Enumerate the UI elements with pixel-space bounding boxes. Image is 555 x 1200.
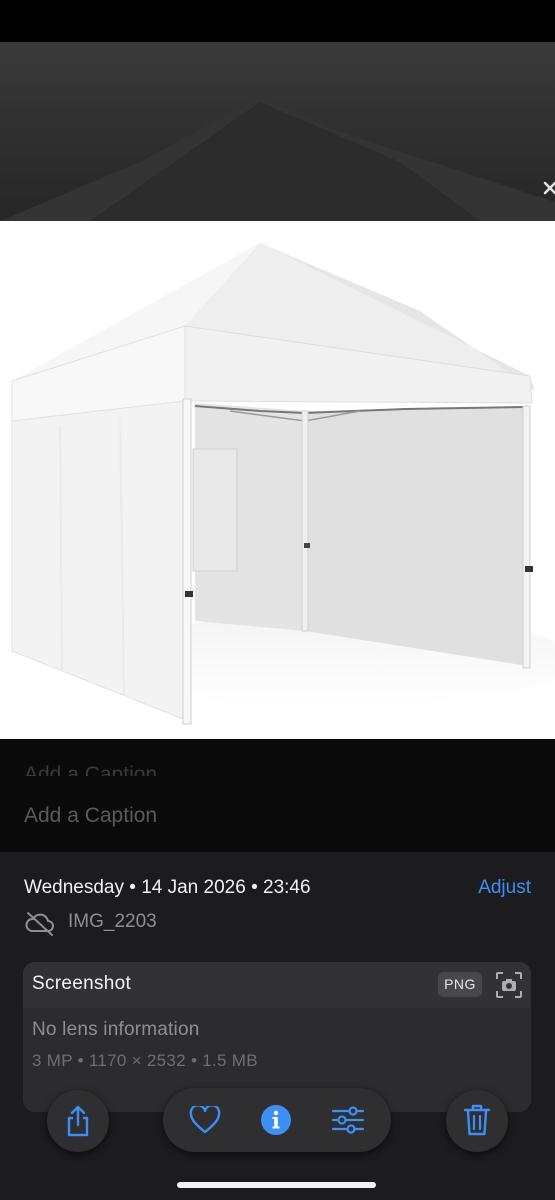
home-indicator bbox=[177, 1182, 376, 1188]
image-specs: 3 MP • 1170 × 2532 • 1.5 MB bbox=[32, 1051, 258, 1070]
heart-icon[interactable] bbox=[189, 1106, 221, 1134]
share-icon bbox=[67, 1105, 89, 1137]
center-toolbar-group bbox=[163, 1088, 391, 1152]
source-label: Screenshot bbox=[32, 973, 132, 994]
adjust-sliders-icon[interactable] bbox=[331, 1104, 365, 1136]
adjust-date-button[interactable]: Adjust bbox=[478, 877, 531, 899]
tent-photo[interactable] bbox=[0, 221, 555, 739]
tent-image bbox=[0, 221, 555, 739]
info-icon[interactable] bbox=[260, 1104, 292, 1136]
cloud-off-icon bbox=[25, 912, 54, 936]
previous-photo-preview bbox=[0, 42, 555, 221]
top-status-area bbox=[0, 0, 555, 42]
caption-area bbox=[0, 739, 555, 852]
filename: IMG_2203 bbox=[68, 911, 157, 932]
share-button[interactable] bbox=[47, 1090, 109, 1152]
lens-info: No lens information bbox=[32, 1019, 200, 1040]
close-icon[interactable] bbox=[541, 178, 555, 200]
photo-date: Wednesday • 14 Jan 2026 • 23:46 bbox=[24, 877, 311, 898]
delete-button[interactable] bbox=[446, 1090, 508, 1152]
caption-ghost-text: Add a Caption bbox=[24, 763, 158, 776]
format-badge: PNG bbox=[438, 972, 482, 997]
screenshot-camera-icon[interactable] bbox=[494, 970, 524, 1000]
caption-input[interactable]: Add a Caption bbox=[24, 804, 157, 828]
previous-photo-shape bbox=[0, 97, 555, 221]
metadata-card-header: Screenshot PNG bbox=[23, 962, 531, 1008]
trash-icon bbox=[463, 1104, 491, 1136]
